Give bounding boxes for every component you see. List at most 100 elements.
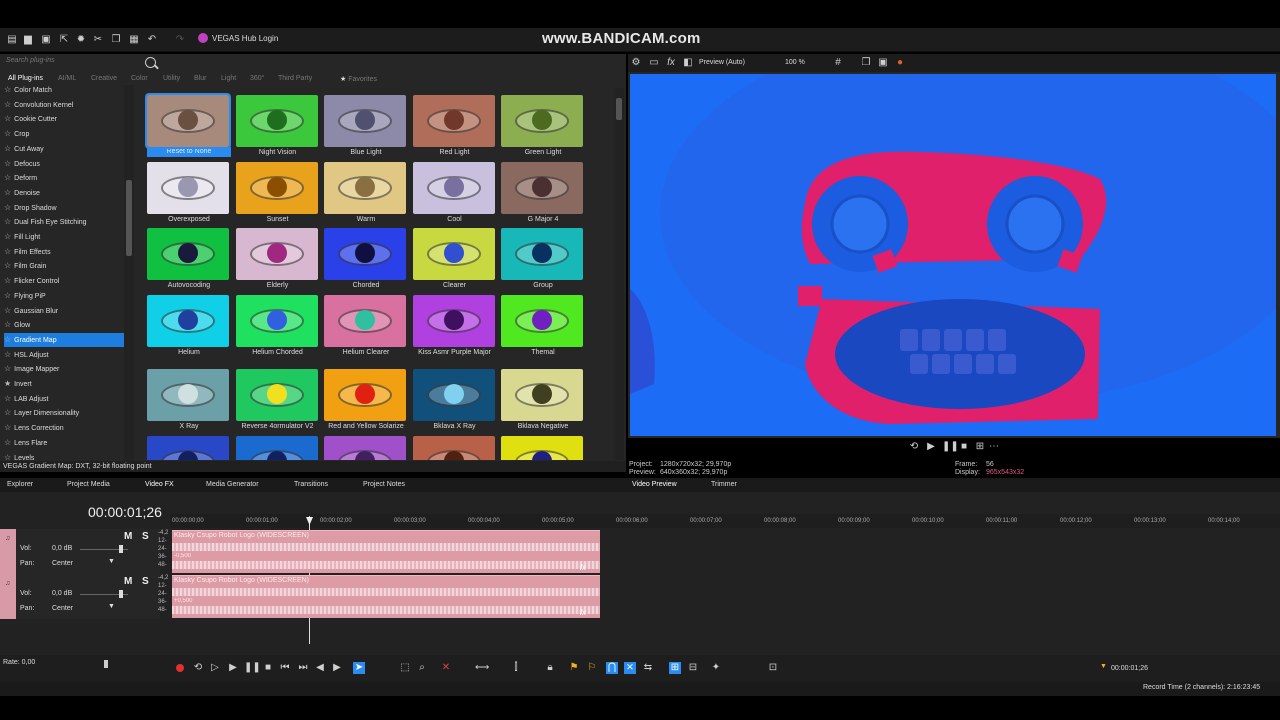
plugin-list-item[interactable]: ☆ Convolution Kernel xyxy=(4,98,124,112)
favorite-star-icon[interactable]: ☆ xyxy=(4,423,11,432)
preview-options-icon[interactable]: ⊞ xyxy=(974,441,986,453)
video-fx-icon[interactable]: fx xyxy=(665,57,677,69)
pause-icon[interactable]: ❚❚ xyxy=(942,441,959,453)
mute-button[interactable]: M xyxy=(124,531,132,542)
go-to-start-icon[interactable]: ⏮ xyxy=(279,662,291,674)
mute-button[interactable]: M xyxy=(124,576,132,587)
plugin-list-item[interactable]: ☆ Lens Correction xyxy=(4,421,124,435)
favorite-star-icon[interactable]: ★ xyxy=(4,379,11,388)
favorite-star-icon[interactable]: ☆ xyxy=(4,306,11,315)
trim-icon[interactable]: ⟷ xyxy=(475,662,489,674)
auto-crossfade-icon[interactable]: ⨯ xyxy=(624,662,636,674)
tab-transitions[interactable]: Transitions xyxy=(294,481,328,488)
favorite-star-icon[interactable]: ☆ xyxy=(4,188,11,197)
magic-icon[interactable]: ✦ xyxy=(710,662,722,674)
tab-video-preview[interactable]: Video Preview xyxy=(632,481,677,488)
marker-icon[interactable]: ⚑ xyxy=(568,662,580,674)
favorite-star-icon[interactable]: ☆ xyxy=(4,100,11,109)
pan-slider-handle[interactable]: ▼ xyxy=(108,558,115,565)
paste-icon[interactable]: ▦ xyxy=(128,34,140,46)
plugin-list-item[interactable]: ☆ Drop Shadow xyxy=(4,201,124,215)
go-to-end-icon[interactable]: ⏭ xyxy=(297,662,309,674)
zoom-tool-icon[interactable]: ⌕ xyxy=(416,662,428,674)
favorite-star-icon[interactable]: ☆ xyxy=(4,217,11,226)
preset-thumbnail[interactable]: Autovocoding xyxy=(147,228,231,290)
plugin-list-item[interactable]: ☆ Cut Away xyxy=(4,142,124,156)
preset-thumbnail[interactable]: Cool xyxy=(412,161,497,224)
next-frame-icon[interactable]: ▶ xyxy=(331,662,343,674)
split-screen-icon[interactable]: ◧ xyxy=(682,57,694,69)
plugin-list-item[interactable]: ☆ Image Mapper xyxy=(4,362,124,376)
plugin-category-tab[interactable]: Third Party xyxy=(278,75,312,82)
solo-button[interactable]: S xyxy=(142,576,149,587)
favorite-star-icon[interactable]: ☆ xyxy=(4,438,11,447)
preset-thumbnail[interactable]: Warm xyxy=(324,161,408,224)
preset-thumbnail[interactable]: Red Light xyxy=(412,95,497,157)
tab-explorer[interactable]: Explorer xyxy=(7,481,33,488)
favorite-star-icon[interactable]: ☆ xyxy=(4,364,11,373)
timeline-stop-icon[interactable]: ■ xyxy=(262,662,274,674)
previous-frame-icon[interactable]: ◀ xyxy=(314,662,326,674)
plugin-list-item[interactable]: ☆ Film Grain xyxy=(4,259,124,273)
plugin-list-item[interactable]: ☆ LAB Adjust xyxy=(4,392,124,406)
volume-slider-handle[interactable] xyxy=(119,545,123,553)
favorite-star-icon[interactable]: ☆ xyxy=(4,350,11,359)
favorite-star-icon[interactable]: ☆ xyxy=(4,173,11,182)
preset-thumbnail[interactable] xyxy=(412,435,497,460)
rate-slider-handle[interactable] xyxy=(104,660,108,668)
hub-login-link[interactable]: VEGAS Hub Login xyxy=(212,34,278,43)
render-icon[interactable]: ⇱ xyxy=(58,34,70,46)
favorite-star-icon[interactable]: ☆ xyxy=(4,408,11,417)
favorite-star-icon[interactable]: ☆ xyxy=(4,85,11,94)
plugin-list-item[interactable]: ☆ Deform xyxy=(4,171,124,185)
audio-clip[interactable]: Klasky Csupo Robot Logo (WIDESCREEN) +0,5… xyxy=(172,575,600,618)
preset-thumbnail[interactable]: Clearer xyxy=(412,228,497,290)
selection-tool-icon[interactable]: ⬚ xyxy=(399,662,411,674)
plugin-category-tab[interactable]: ★ Favorites xyxy=(340,75,377,83)
tab-video-fx[interactable]: Video FX xyxy=(145,481,174,488)
volume-slider-handle[interactable] xyxy=(119,590,123,598)
preset-thumbnail[interactable]: Sunset xyxy=(235,161,320,224)
plugin-list-item[interactable]: ☆ Levels xyxy=(4,451,124,462)
plugin-list-item[interactable]: ★ Invert xyxy=(4,377,124,391)
open-folder-icon[interactable]: ▆ xyxy=(22,34,34,46)
settings-gear-icon[interactable]: ✹ xyxy=(75,34,87,46)
preset-thumbnail[interactable]: Overexposed xyxy=(147,161,231,224)
more-icon[interactable]: ⋯ xyxy=(988,441,1000,453)
preset-thumbnail[interactable]: Bklava Negative xyxy=(501,369,585,431)
tab-media-generator[interactable]: Media Generator xyxy=(206,481,259,488)
record-icon[interactable] xyxy=(176,664,184,672)
ripple-edit-icon[interactable]: ⇆ xyxy=(642,662,654,674)
playback-rate[interactable]: Rate: 0,00 xyxy=(3,659,35,666)
preset-thumbnail[interactable] xyxy=(501,435,585,460)
plugin-search-input[interactable]: Search plug-ins xyxy=(6,57,156,69)
favorite-star-icon[interactable]: ☆ xyxy=(4,320,11,329)
split-icon[interactable]: ⫿ xyxy=(510,662,522,674)
snapping-icon[interactable]: ⋂ xyxy=(606,662,618,674)
timeline-play-icon[interactable]: ▶ xyxy=(227,662,239,674)
pan-slider-handle[interactable]: ▼ xyxy=(108,603,115,610)
plugin-list-item[interactable]: ☆ Gaussian Blur xyxy=(4,304,124,318)
tab-project-media[interactable]: Project Media xyxy=(67,481,110,488)
favorite-star-icon[interactable]: ☆ xyxy=(4,247,11,256)
plugin-list-item[interactable]: ☆ Flicker Control xyxy=(4,274,124,288)
plugin-list-item[interactable]: ☆ Flying PiP xyxy=(4,289,124,303)
vegas-logo-icon[interactable]: ● xyxy=(894,57,906,69)
preset-thumbnail[interactable]: Reset to None xyxy=(145,93,231,157)
plugin-list-item[interactable]: ☆ Denoise xyxy=(4,186,124,200)
preview-zoom-select[interactable]: 100 % xyxy=(785,59,805,66)
copy-snapshot-icon[interactable]: ❐ xyxy=(860,57,872,69)
overlays-grid-icon[interactable]: # xyxy=(832,57,844,69)
play-icon[interactable]: ▶ xyxy=(925,441,937,453)
favorite-star-icon[interactable]: ☆ xyxy=(4,232,11,241)
preset-thumbnail[interactable]: Elderly xyxy=(235,228,320,290)
plugin-list-item[interactable]: ☆ Layer Dimensionality xyxy=(4,406,124,420)
preset-thumbnail[interactable] xyxy=(147,435,231,460)
plugin-category-tab[interactable]: AI/ML xyxy=(58,75,76,82)
plugin-category-tab[interactable]: Blur xyxy=(194,75,206,82)
lock-icon[interactable]: 🔒︎ xyxy=(544,662,556,674)
plugin-list-item[interactable]: ☆ Glow xyxy=(4,318,124,332)
loop-icon[interactable]: ⟲ xyxy=(908,441,920,453)
copy-icon[interactable]: ❐ xyxy=(110,34,122,46)
preset-thumbnail[interactable]: Green Light xyxy=(501,95,585,157)
